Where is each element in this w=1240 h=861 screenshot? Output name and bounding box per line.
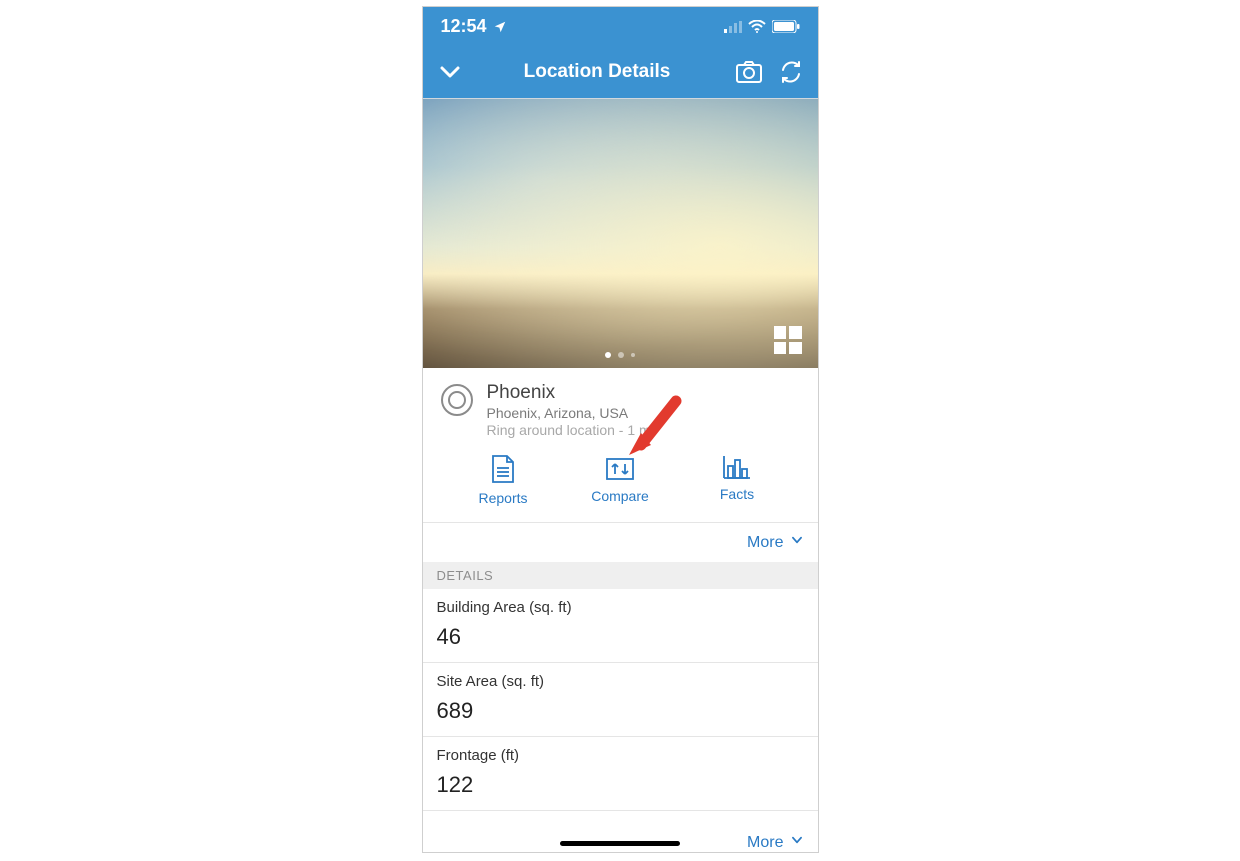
status-bar: 12:54 bbox=[423, 7, 818, 47]
compare-label: Compare bbox=[591, 488, 649, 504]
chevron-down-icon bbox=[790, 533, 804, 552]
location-address: Phoenix, Arizona, USA bbox=[487, 405, 654, 421]
home-indicator[interactable] bbox=[560, 841, 680, 846]
detail-value: 689 bbox=[437, 698, 804, 724]
detail-value: 122 bbox=[437, 772, 804, 798]
details-section-header: DETAILS bbox=[423, 562, 818, 589]
detail-value: 46 bbox=[437, 624, 804, 650]
chevron-down-icon bbox=[790, 833, 804, 852]
location-ring-text: Ring around location - 1 mi bbox=[487, 422, 654, 438]
page-title: Location Details bbox=[475, 61, 720, 83]
more-label: More bbox=[747, 834, 783, 852]
refresh-button[interactable] bbox=[778, 59, 804, 85]
more-label: More bbox=[747, 534, 783, 552]
location-ring-icon bbox=[441, 384, 473, 416]
reports-label: Reports bbox=[478, 490, 527, 506]
location-arrow-icon bbox=[493, 20, 507, 34]
status-time: 12:54 bbox=[441, 16, 487, 37]
location-header: Phoenix Phoenix, Arizona, USA Ring aroun… bbox=[423, 368, 818, 448]
cellular-signal-icon bbox=[724, 21, 742, 33]
more-button-top[interactable]: More bbox=[423, 523, 818, 562]
detail-label: Frontage (ft) bbox=[437, 747, 804, 764]
back-button[interactable] bbox=[437, 59, 463, 85]
page-indicator bbox=[605, 352, 635, 358]
camera-button[interactable] bbox=[736, 59, 762, 85]
detail-label: Building Area (sq. ft) bbox=[437, 599, 804, 616]
bar-chart-icon bbox=[722, 454, 752, 480]
detail-row-frontage[interactable]: Frontage (ft) 122 bbox=[423, 737, 818, 811]
reports-button[interactable]: Reports bbox=[458, 454, 548, 506]
wifi-icon bbox=[748, 20, 766, 33]
location-title: Phoenix bbox=[487, 382, 654, 404]
battery-icon bbox=[772, 20, 800, 33]
facts-button[interactable]: Facts bbox=[692, 454, 782, 506]
document-icon bbox=[489, 454, 517, 484]
detail-row-building-area[interactable]: Building Area (sq. ft) 46 bbox=[423, 589, 818, 663]
phone-frame: 12:54 bbox=[422, 6, 819, 853]
facts-label: Facts bbox=[720, 486, 754, 502]
nav-bar: Location Details bbox=[423, 47, 818, 98]
compare-button[interactable]: Compare bbox=[575, 454, 665, 506]
gallery-grid-icon[interactable] bbox=[774, 326, 802, 354]
detail-label: Site Area (sq. ft) bbox=[437, 673, 804, 690]
detail-row-site-area[interactable]: Site Area (sq. ft) 689 bbox=[423, 663, 818, 737]
compare-icon bbox=[605, 454, 635, 482]
hero-image[interactable] bbox=[423, 98, 818, 368]
action-row: Reports Compare Facts bbox=[423, 448, 818, 523]
